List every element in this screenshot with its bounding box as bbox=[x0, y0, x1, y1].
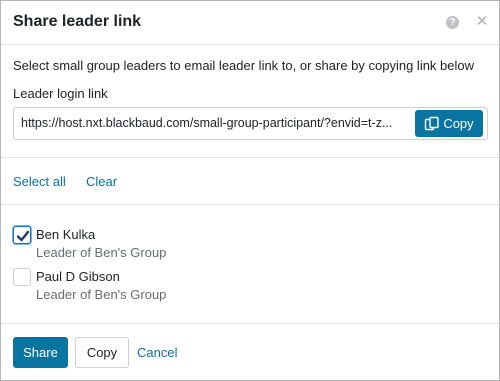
help-icon[interactable]: ? bbox=[446, 16, 459, 29]
leader-login-link-field[interactable]: https://host.nxt.blackbaud.com/small-gro… bbox=[13, 107, 488, 140]
leader-group: Leader of Ben's Group bbox=[36, 245, 167, 260]
copy-icon bbox=[424, 116, 440, 132]
select-all-link[interactable]: Select all bbox=[13, 174, 66, 189]
copy-link-button-label: Copy bbox=[443, 116, 474, 131]
leader-login-link-label: Leader login link bbox=[13, 86, 108, 101]
divider bbox=[1, 204, 499, 205]
instructions-text: Select small group leaders to email lead… bbox=[13, 58, 475, 73]
cancel-button[interactable]: Cancel bbox=[137, 345, 177, 360]
leader-checkbox[interactable] bbox=[13, 226, 31, 244]
leader-login-link-value[interactable]: https://host.nxt.blackbaud.com/small-gro… bbox=[21, 116, 411, 130]
leader-name: Ben Kulka bbox=[36, 227, 96, 242]
leader-item: Paul D Gibson Leader of Ben's Group bbox=[13, 267, 313, 303]
clear-link[interactable]: Clear bbox=[86, 174, 117, 189]
copy-link-button[interactable]: Copy bbox=[415, 110, 483, 137]
divider bbox=[1, 157, 499, 158]
share-leader-link-modal: Share leader link ? ✕ Select small group… bbox=[0, 0, 500, 381]
leader-item: Ben Kulka Leader of Ben's Group bbox=[13, 225, 313, 261]
checkmark-icon bbox=[16, 230, 30, 242]
divider bbox=[1, 323, 499, 324]
copy-button[interactable]: Copy bbox=[75, 337, 129, 368]
leader-group: Leader of Ben's Group bbox=[36, 287, 167, 302]
share-button[interactable]: Share bbox=[13, 337, 68, 368]
leader-checkbox[interactable] bbox=[13, 268, 31, 286]
modal-header: Share leader link ? ✕ bbox=[1, 1, 499, 45]
close-icon[interactable]: ✕ bbox=[475, 14, 489, 30]
leader-name: Paul D Gibson bbox=[36, 269, 120, 284]
modal-title: Share leader link bbox=[13, 13, 142, 30]
